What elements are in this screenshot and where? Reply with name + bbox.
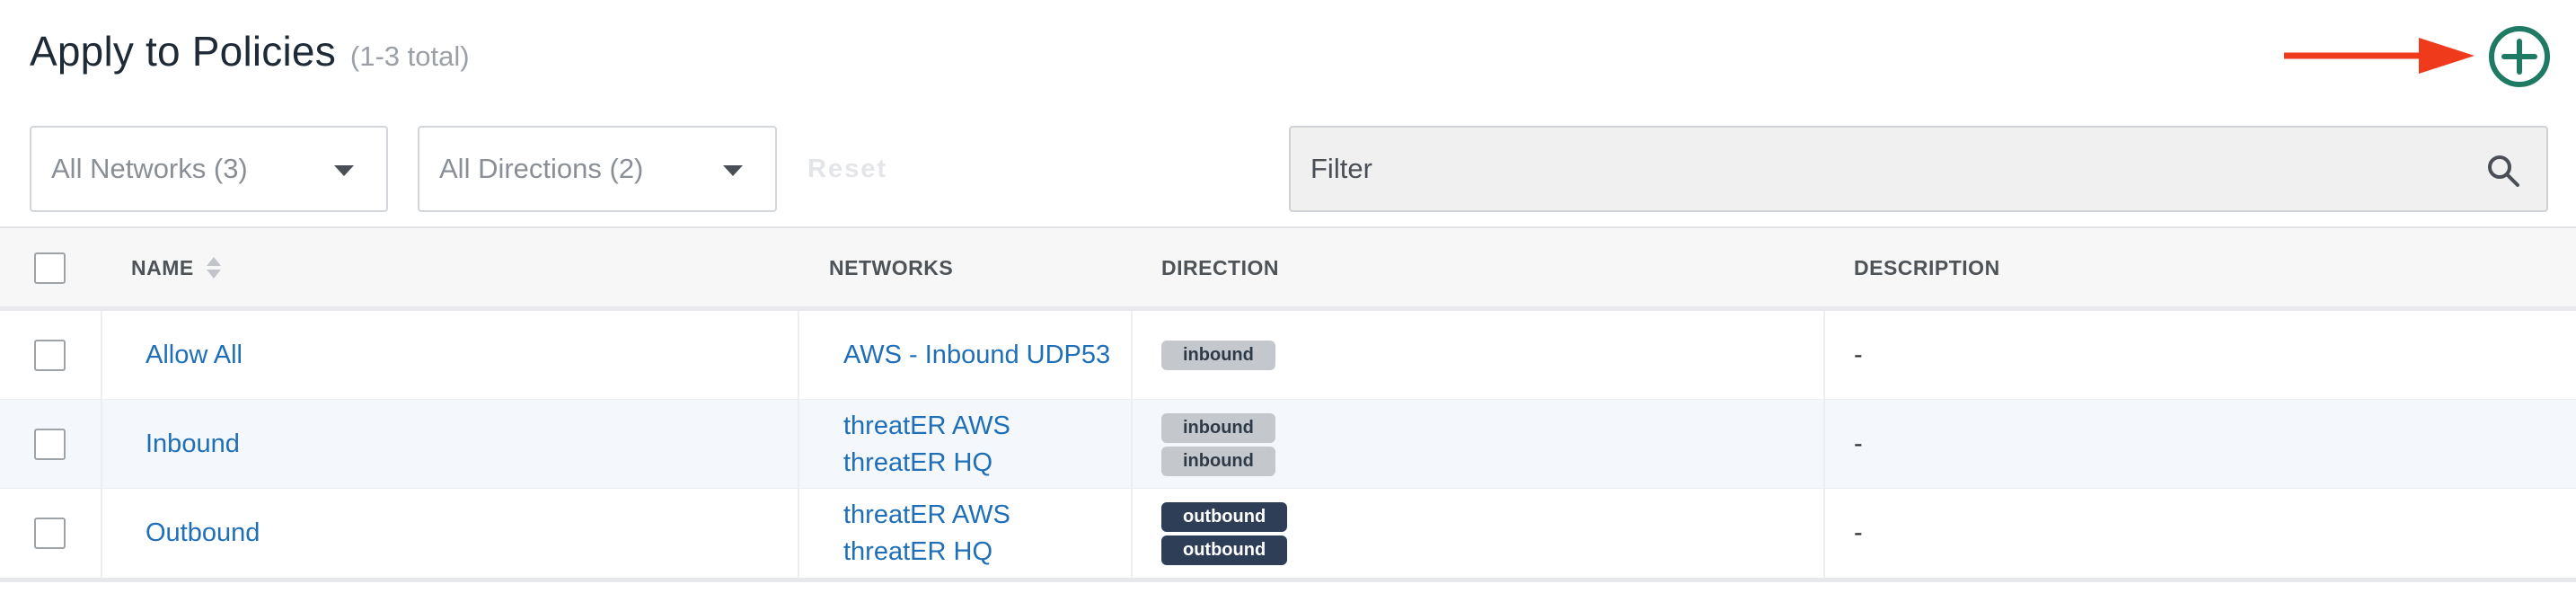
row-checkbox[interactable] <box>34 429 66 460</box>
select-all-checkbox[interactable] <box>34 252 66 284</box>
table-row: Outbound threatER AWS threatER HQ outbou… <box>0 489 2576 582</box>
description-text: - <box>1854 429 1863 458</box>
filter-input[interactable] <box>1310 153 2388 185</box>
direction-badge: inbound <box>1161 341 1275 370</box>
policy-name-link[interactable]: Outbound <box>146 515 260 552</box>
table-row: Inbound threatER AWS threatER HQ inbound… <box>0 400 2576 489</box>
reset-button[interactable]: Reset <box>807 126 887 212</box>
directions-dropdown[interactable]: All Directions (2) <box>418 126 777 212</box>
page-header: Apply to Policies (1-3 total) <box>30 27 470 81</box>
description-text: - <box>1854 341 1863 369</box>
column-header-name-label: NAME <box>131 256 194 279</box>
network-link[interactable]: AWS - Inbound UDP53 <box>843 337 1110 374</box>
column-header-name[interactable]: NAME <box>131 228 221 308</box>
column-header-description: DESCRIPTION <box>1854 256 2000 279</box>
search-icon[interactable] <box>2485 153 2521 189</box>
column-header-networks: NETWORKS <box>829 256 954 279</box>
page-title: Apply to Policies <box>30 28 336 75</box>
policy-name-link[interactable]: Inbound <box>146 426 240 463</box>
add-policy-button[interactable] <box>2488 25 2551 88</box>
sort-icon[interactable] <box>206 256 221 280</box>
table-row: Allow All AWS - Inbound UDP53 inbound - <box>0 311 2576 400</box>
networks-dropdown[interactable]: All Networks (3) <box>30 126 388 212</box>
direction-badge: outbound <box>1161 535 1288 565</box>
policy-name-link[interactable]: Allow All <box>146 337 243 374</box>
annotation-arrow-icon <box>2284 38 2475 74</box>
chevron-down-icon <box>723 165 743 176</box>
network-link[interactable]: threatER AWS <box>843 497 1010 534</box>
direction-badge: outbound <box>1161 501 1288 532</box>
policies-table: NAME NETWORKS DIRECTION DESCRIPTION Allo… <box>0 226 2576 582</box>
filter-box <box>1289 126 2548 212</box>
directions-dropdown-label: All Directions (2) <box>439 153 644 184</box>
network-link[interactable]: threatER HQ <box>843 445 1010 482</box>
description-text: - <box>1854 518 1863 547</box>
table-header: NAME NETWORKS DIRECTION DESCRIPTION <box>0 226 2576 311</box>
column-header-direction: DIRECTION <box>1161 256 1279 279</box>
toolbar: All Networks (3) All Directions (2) Rese… <box>30 126 2548 212</box>
row-checkbox[interactable] <box>34 340 66 371</box>
direction-badge: inbound <box>1161 412 1275 443</box>
networks-dropdown-label: All Networks (3) <box>51 153 248 184</box>
total-count: (1-3 total) <box>349 40 470 72</box>
direction-badge: inbound <box>1161 446 1275 476</box>
network-link[interactable]: threatER AWS <box>843 408 1010 445</box>
chevron-down-icon <box>334 165 354 176</box>
row-checkbox[interactable] <box>34 518 66 549</box>
network-link[interactable]: threatER HQ <box>843 534 1010 571</box>
